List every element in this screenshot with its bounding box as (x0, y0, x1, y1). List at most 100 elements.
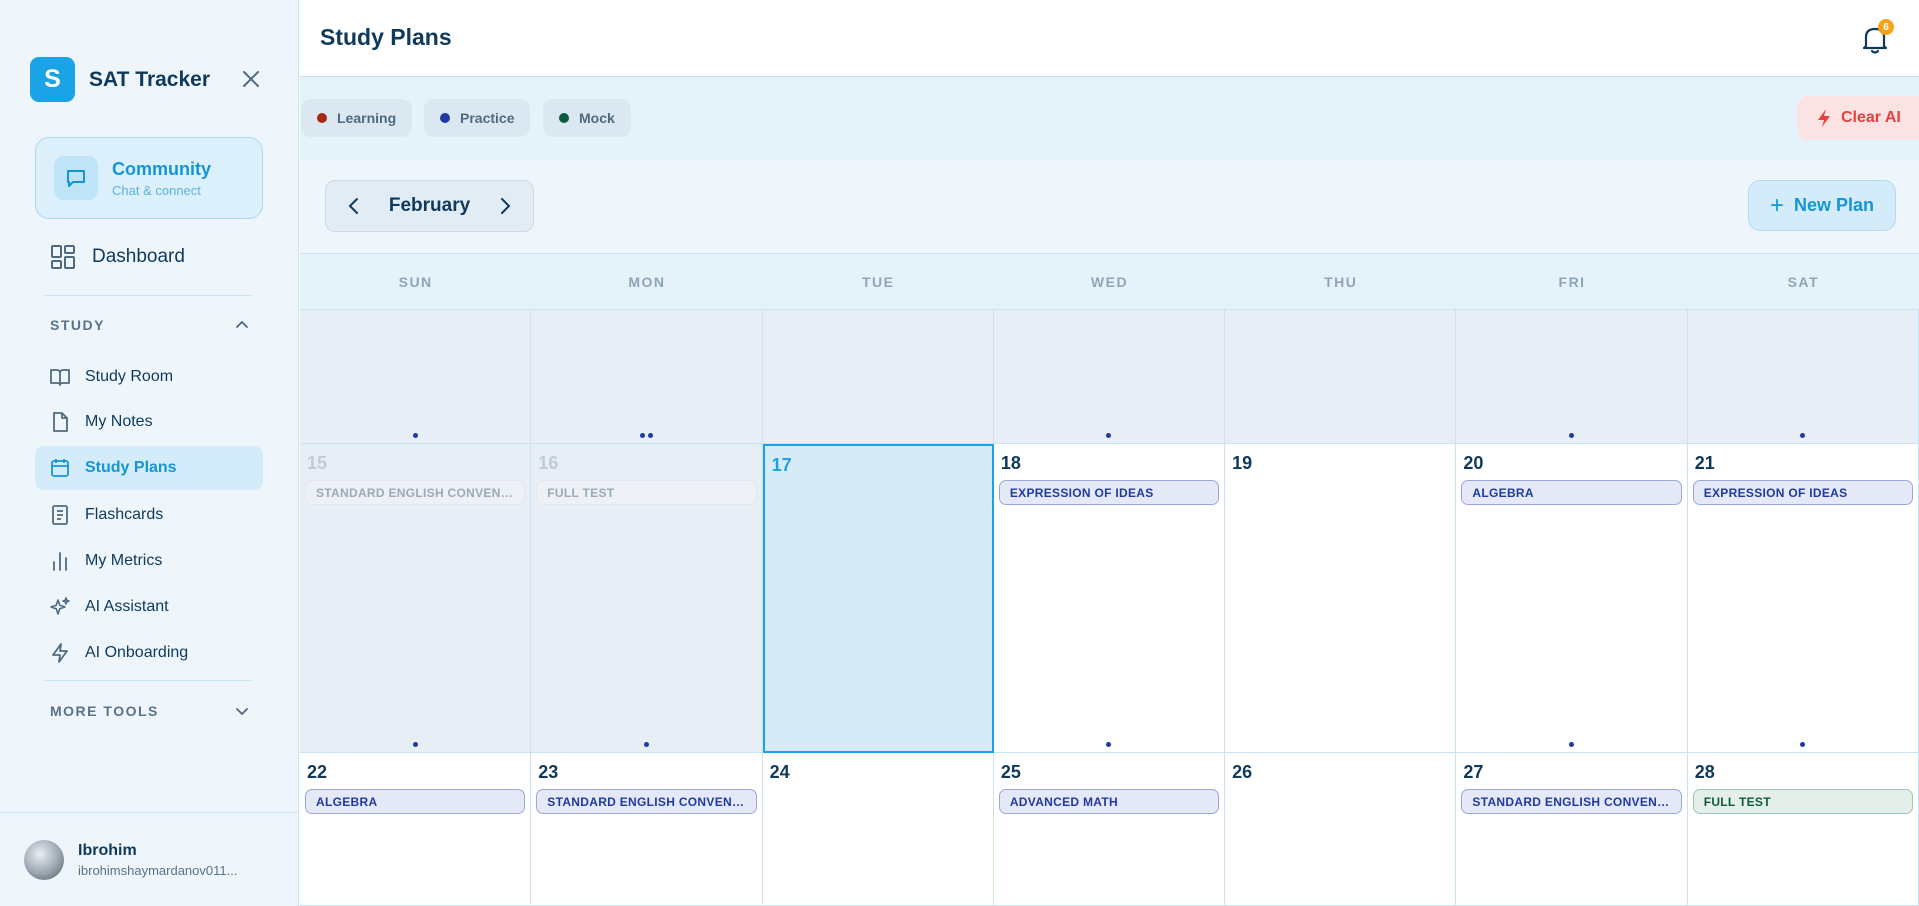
app-name: SAT Tracker (89, 67, 211, 91)
plan-event[interactable]: EXPRESSION OF IDEAS (998, 480, 1220, 505)
sidebar-item-ai-assistant[interactable]: AI Assistant (35, 585, 263, 629)
activity-dots (1456, 433, 1686, 438)
notifications-button[interactable]: 6 (1858, 19, 1894, 56)
next-month-button[interactable] (495, 196, 515, 216)
calendar-day[interactable] (1225, 310, 1457, 444)
calendar-day[interactable]: 18 EXPRESSION OF IDEAS (993, 444, 1226, 753)
calendar-day[interactable] (993, 310, 1226, 444)
calendar-day[interactable] (762, 310, 994, 444)
calendar-day[interactable] (300, 310, 532, 444)
weekday-label: FRI (1558, 273, 1586, 290)
calendar-day[interactable]: 19 (1225, 444, 1457, 753)
activity-dots (531, 433, 761, 438)
sidebar-item-my-metrics[interactable]: My Metrics (35, 539, 263, 583)
legend-bar: Learning Practice Mock Clear AI (300, 77, 1919, 160)
month-label: February (388, 195, 471, 216)
calendar-day[interactable] (531, 310, 763, 444)
activity-dots (300, 433, 530, 438)
user-profile[interactable]: Ibrohim ibrohimshaymardanov011... (0, 812, 299, 906)
plan-event-label: STANDARD ENGLISH CONVENTIONS (547, 794, 745, 809)
calendar-day[interactable] (1687, 310, 1919, 444)
calendar-day[interactable]: 23 STANDARD ENGLISH CONVENTIONS (531, 753, 763, 906)
plan-event[interactable]: ADVANCED MATH (998, 789, 1220, 814)
file-icon (53, 412, 68, 432)
activity-dots (994, 742, 1224, 747)
sidebar-item-ai-onboarding[interactable]: AI Onboarding (35, 631, 263, 675)
prev-month-button[interactable] (344, 196, 364, 216)
user-email: ibrohimshaymardanov011... (78, 862, 238, 878)
top-bar: Study Plans 6 (300, 0, 1919, 77)
calendar-day[interactable]: 15 STANDARD ENGLISH CONVENTIONS (300, 444, 532, 753)
weekday-label: SUN (398, 273, 433, 290)
sidebar-item-study-plans[interactable]: Study Plans (35, 446, 263, 490)
weekday-label: THU (1324, 273, 1358, 290)
calendar-day[interactable]: 28 FULL TEST (1687, 753, 1919, 906)
sidebar-item-label: AI Assistant (85, 598, 169, 615)
legend-practice[interactable]: Practice (424, 99, 531, 137)
calendar-day[interactable]: 16 FULL TEST (531, 444, 763, 753)
legend-label: Learning (337, 110, 397, 126)
plan-event-label: FULL TEST (547, 485, 615, 500)
clear-ai-button[interactable]: Clear AI (1797, 96, 1919, 140)
plan-event[interactable]: FULL TEST (536, 480, 757, 505)
book-open-icon (50, 369, 70, 386)
divider (45, 680, 252, 681)
user-name: Ibrohim (78, 841, 137, 859)
calendar-day[interactable]: 20 ALGEBRA (1456, 444, 1688, 753)
calendar-day[interactable] (1456, 310, 1688, 444)
activity-dot (1800, 742, 1806, 747)
new-plan-button[interactable]: + New Plan (1748, 180, 1896, 231)
close-sidebar-button[interactable] (238, 66, 264, 92)
community-card[interactable]: Community Chat & connect (35, 137, 263, 219)
plan-event[interactable]: STANDARD ENGLISH CONVENTIONS (1461, 789, 1682, 814)
sidebar-item-label: AI Onboarding (85, 644, 189, 661)
sparkles-icon (50, 597, 70, 615)
activity-dot (1800, 433, 1806, 438)
plan-event[interactable]: STANDARD ENGLISH CONVENTIONS (305, 480, 526, 505)
plan-event[interactable]: ALGEBRA (1461, 480, 1682, 505)
calendar-day[interactable]: 22 ALGEBRA (300, 753, 532, 906)
app-logo: S (30, 57, 75, 102)
section-label: STUDY (50, 317, 105, 333)
brand[interactable]: S SAT Tracker (30, 57, 210, 102)
sidebar-item-label: Flashcards (85, 506, 164, 523)
section-label: MORE TOOLS (50, 703, 159, 719)
day-number: 15 (307, 453, 328, 473)
activity-dot (1106, 742, 1112, 747)
study-section-toggle[interactable]: STUDY (50, 317, 250, 333)
plan-event-label: EXPRESSION OF IDEAS (1009, 485, 1154, 500)
plan-event-label: ALGEBRA (316, 794, 378, 809)
grid-icon (51, 245, 75, 269)
sidebar-item-dashboard[interactable]: Dashboard (50, 244, 185, 270)
legend-dot (559, 113, 569, 123)
plan-event[interactable]: FULL TEST (1692, 789, 1913, 814)
calendar-day-today[interactable]: 17 (762, 444, 994, 753)
avatar (24, 839, 64, 880)
day-number: 27 (1463, 762, 1484, 782)
month-navigator: February (325, 180, 534, 232)
calendar-day[interactable]: 27 STANDARD ENGLISH CONVENTIONS (1456, 753, 1688, 906)
calendar-day[interactable]: 21 EXPRESSION OF IDEAS (1687, 444, 1919, 753)
day-number: 21 (1694, 453, 1715, 473)
more-tools-toggle[interactable]: MORE TOOLS (50, 703, 250, 719)
sidebar-item-study-room[interactable]: Study Room (35, 355, 263, 399)
plan-event[interactable]: STANDARD ENGLISH CONVENTIONS (536, 789, 757, 814)
sidebar-item-my-notes[interactable]: My Notes (35, 400, 263, 444)
legend-learning[interactable]: Learning (301, 99, 413, 137)
sidebar-item-label: My Metrics (85, 552, 163, 569)
plan-event[interactable]: EXPRESSION OF IDEAS (1692, 480, 1913, 505)
sidebar-item-flashcards[interactable]: Flashcards (35, 493, 263, 537)
weekday-label: MON (628, 273, 666, 290)
page-title: Study Plans (320, 24, 452, 50)
plan-event-label: STANDARD ENGLISH CONVENTIONS (1472, 794, 1670, 809)
calendar-day[interactable]: 24 (762, 753, 994, 906)
plan-event[interactable]: ALGEBRA (305, 789, 526, 814)
activity-dots (531, 742, 761, 747)
calendar-day[interactable]: 26 (1225, 753, 1457, 906)
calendar-controls: February + New Plan (300, 160, 1919, 254)
legend-mock[interactable]: Mock (543, 99, 631, 137)
day-number: 20 (1463, 453, 1484, 473)
calendar-grid: 15 STANDARD ENGLISH CONVENTIONS 16 FULL TES… (300, 310, 1919, 906)
calendar-day[interactable]: 25 ADVANCED MATH (993, 753, 1226, 906)
divider (45, 295, 252, 296)
